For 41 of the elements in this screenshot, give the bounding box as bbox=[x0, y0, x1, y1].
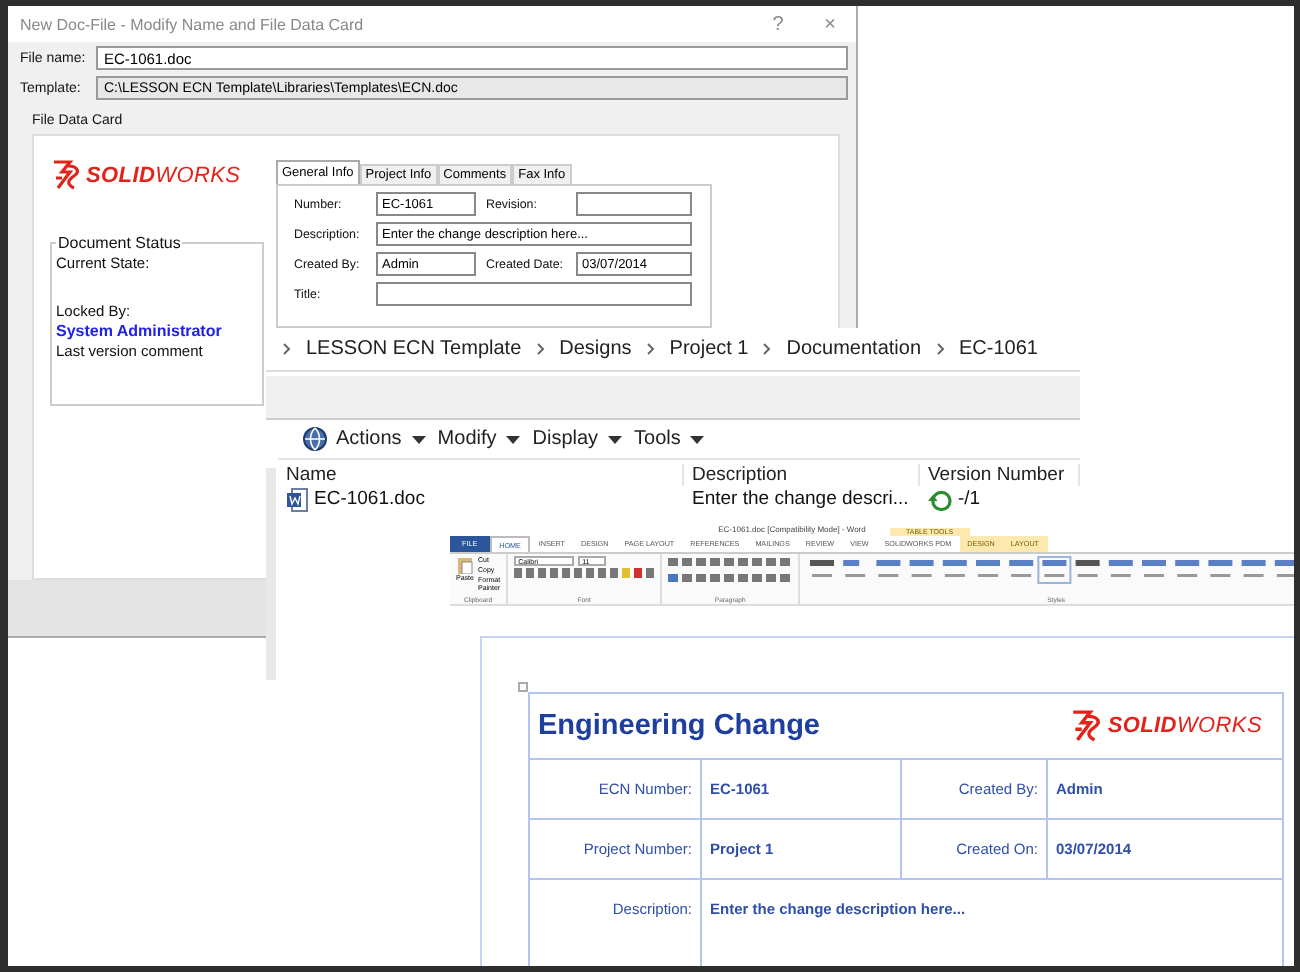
menu-button[interactable]: Actions bbox=[336, 428, 430, 450]
paragraph-buttons-drawing bbox=[668, 556, 793, 584]
menu-button[interactable]: Tools bbox=[634, 428, 709, 450]
chevron-icon bbox=[762, 342, 773, 356]
chevron-icon bbox=[935, 342, 946, 356]
breadcrumb-item[interactable]: Designs bbox=[559, 338, 632, 360]
chevron-icon bbox=[282, 342, 292, 356]
caret-icon bbox=[690, 435, 705, 443]
logo-icon bbox=[50, 160, 82, 190]
column-header[interactable]: Version Number bbox=[920, 463, 1080, 485]
table-cell: EC-1061.doc bbox=[278, 488, 684, 512]
column-header[interactable]: Description bbox=[684, 463, 920, 485]
formatting-buttons-drawing bbox=[514, 568, 655, 578]
user-name: System Administrator bbox=[56, 320, 224, 340]
close-button[interactable]: × bbox=[804, 13, 856, 35]
window-title: New Doc-File - Modify Name and File Data Card bbox=[20, 15, 366, 33]
table-cell-text: Enter the change descri... bbox=[690, 488, 911, 512]
breadcrumb-item[interactable]: LESSON ECN Template bbox=[306, 338, 522, 360]
caret-icon bbox=[506, 435, 521, 443]
document-heading: Engineering Change bbox=[538, 710, 820, 742]
menu-button[interactable]: Display bbox=[532, 428, 627, 450]
help-button[interactable]: ? bbox=[752, 13, 804, 35]
chevron-icon bbox=[645, 342, 656, 356]
input-field[interactable] bbox=[376, 282, 692, 306]
globe-icon[interactable] bbox=[302, 426, 328, 452]
table-cell: -/1 bbox=[920, 488, 1080, 512]
logo-text: SOLIDWORKS bbox=[1107, 714, 1262, 738]
caret-icon bbox=[411, 435, 426, 443]
document-icon bbox=[286, 488, 308, 512]
logo-text: SOLIDWORKS bbox=[86, 163, 241, 187]
group-title: Document Status bbox=[56, 234, 183, 252]
column-header[interactable]: Name bbox=[278, 463, 684, 485]
table-handle-icon bbox=[518, 682, 528, 692]
breadcrumb-item[interactable]: Project 1 bbox=[669, 338, 749, 360]
menu-button[interactable]: Modify bbox=[437, 428, 525, 450]
input-field[interactable] bbox=[576, 192, 692, 216]
caret-icon bbox=[608, 435, 623, 443]
logo-icon bbox=[1067, 710, 1104, 742]
breadcrumb-item[interactable]: Documentation bbox=[786, 338, 922, 360]
chevron-icon bbox=[535, 342, 546, 356]
breadcrumb-item[interactable]: EC-1061 bbox=[959, 338, 1038, 360]
